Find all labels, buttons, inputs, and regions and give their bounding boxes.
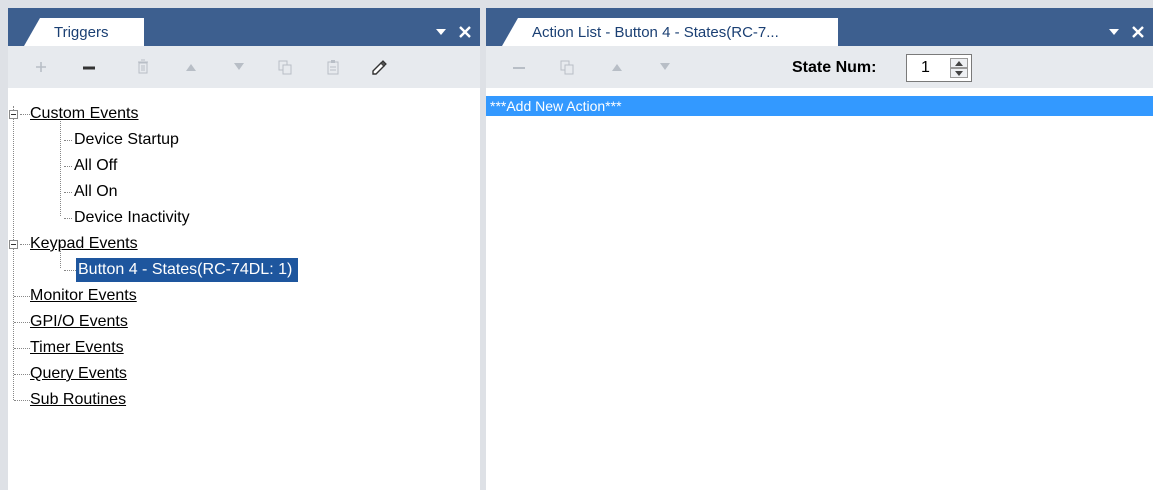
tree-node-button-4-states[interactable]: Button 4 - States(RC-74DL: 1): [76, 258, 299, 282]
tree-node-monitor-events[interactable]: Monitor Events: [30, 284, 137, 308]
move-down-icon[interactable]: [228, 56, 250, 78]
action-list-tab[interactable]: Action List - Button 4 - States(RC-7...: [502, 18, 838, 46]
spin-down-icon[interactable]: [950, 68, 968, 78]
action-list-tabbar: Action List - Button 4 - States(RC-7...: [486, 8, 1153, 46]
move-down-icon[interactable]: [654, 56, 676, 78]
triggers-tree-area: Custom Events Device Startup All Off All…: [8, 88, 480, 490]
triggers-tabbar: Triggers: [8, 8, 480, 46]
action-list-panel: Action List - Button 4 - States(RC-7... …: [486, 8, 1153, 490]
remove-icon[interactable]: [78, 56, 100, 78]
tree-node-connector: [20, 114, 30, 115]
state-num-spinner[interactable]: 1: [906, 54, 972, 82]
collapse-icon[interactable]: [9, 240, 18, 249]
close-icon[interactable]: [1129, 21, 1147, 43]
action-list-tab-controls: [1105, 20, 1147, 44]
tree-node-all-off[interactable]: All Off: [74, 154, 117, 178]
triggers-panel: Triggers Custom Events Device Startup Al…: [8, 8, 480, 490]
tree-node-connector: [14, 374, 30, 375]
triggers-toolbar: [8, 46, 480, 88]
copy-icon[interactable]: [274, 56, 296, 78]
spin-up-icon[interactable]: [950, 58, 968, 68]
remove-icon[interactable]: [508, 56, 530, 78]
add-new-action-row[interactable]: ***Add New Action***: [486, 96, 1153, 116]
close-icon[interactable]: [456, 21, 474, 43]
tree-node-keypad-events[interactable]: Keypad Events: [30, 232, 138, 256]
triggers-tree: Custom Events Device Startup All Off All…: [8, 88, 480, 490]
delete-icon[interactable]: [132, 56, 154, 78]
copy-icon[interactable]: [556, 56, 578, 78]
tree-node-connector: [14, 348, 30, 349]
tree-node-query-events[interactable]: Query Events: [30, 362, 127, 386]
add-icon[interactable]: [30, 56, 52, 78]
tree-leaf-connector: [64, 166, 72, 167]
state-num-value[interactable]: 1: [921, 59, 930, 77]
tree-branch-connector: [60, 114, 61, 216]
collapse-icon[interactable]: [9, 110, 18, 119]
tree-node-gpio-events[interactable]: GPI/O Events: [30, 310, 128, 334]
tree-leaf-connector: [64, 140, 72, 141]
action-list-area: ***Add New Action***: [486, 88, 1153, 490]
dropdown-arrow-icon[interactable]: [432, 21, 450, 43]
tree-node-timer-events[interactable]: Timer Events: [30, 336, 124, 360]
tree-leaf-connector: [64, 270, 76, 271]
move-up-icon[interactable]: [180, 56, 202, 78]
tree-node-device-inactivity[interactable]: Device Inactivity: [74, 206, 190, 230]
triggers-tab-controls: [432, 20, 474, 44]
move-up-icon[interactable]: [606, 56, 628, 78]
action-list-toolbar: State Num: 1: [486, 46, 1153, 88]
state-num-label: State Num:: [792, 59, 877, 76]
tree-node-connector: [14, 322, 30, 323]
dropdown-arrow-icon[interactable]: [1105, 21, 1123, 43]
edit-icon[interactable]: [368, 56, 390, 78]
paste-icon[interactable]: [322, 56, 344, 78]
tree-node-device-startup[interactable]: Device Startup: [74, 128, 179, 152]
tree-root-connector: [13, 106, 14, 400]
spin-buttons: [950, 58, 968, 78]
tree-node-connector: [20, 244, 30, 245]
tree-node-custom-events[interactable]: Custom Events: [30, 102, 138, 126]
tree-node-all-on[interactable]: All On: [74, 180, 118, 204]
tree-node-sub-routines[interactable]: Sub Routines: [30, 388, 126, 412]
tree-node-connector: [14, 400, 30, 401]
tree-leaf-connector: [64, 192, 72, 193]
tree-leaf-connector: [64, 218, 72, 219]
triggers-tab[interactable]: Triggers: [24, 18, 144, 46]
tree-node-connector: [14, 296, 30, 297]
